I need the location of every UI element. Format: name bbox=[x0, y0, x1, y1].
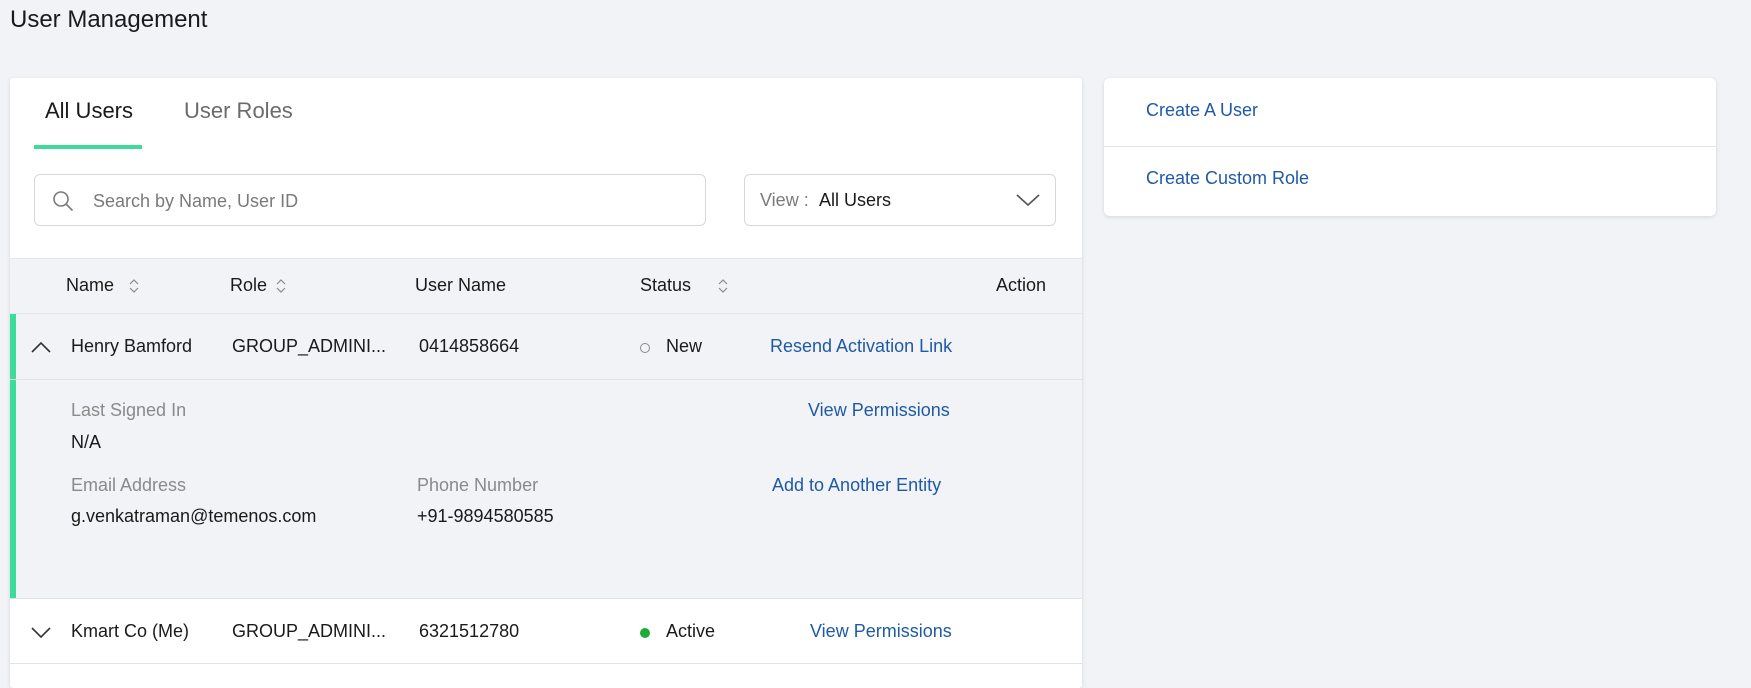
tab-all-users[interactable]: All Users bbox=[45, 98, 133, 124]
table-header: Name Role User Name Status Action bbox=[10, 258, 1082, 314]
status-new-icon bbox=[640, 343, 650, 353]
status-active-icon bbox=[640, 628, 650, 638]
email-label: Email Address bbox=[71, 475, 187, 495]
search-box bbox=[34, 174, 706, 227]
last-signed-in-value: N/A bbox=[71, 432, 102, 452]
user-role: GROUP_ADMINI... bbox=[232, 336, 387, 356]
resend-activation-link[interactable]: Resend Activation Link bbox=[770, 336, 952, 357]
view-filter-value: All Users bbox=[819, 190, 892, 210]
chevron-up-icon[interactable] bbox=[30, 340, 52, 354]
column-header-name[interactable]: Name bbox=[66, 275, 114, 296]
chevron-down-icon[interactable] bbox=[30, 625, 52, 639]
view-filter-select[interactable]: View : All Users bbox=[744, 174, 1056, 226]
user-username: 6321512780 bbox=[419, 621, 520, 641]
table-row-summary: Henry Bamford GROUP_ADMINI... 0414858664… bbox=[10, 314, 1082, 380]
email-value: g.venkatraman@temenos.com bbox=[71, 506, 317, 526]
column-header-status[interactable]: Status bbox=[640, 275, 691, 296]
chevron-down-icon bbox=[1016, 194, 1040, 207]
sort-icon[interactable] bbox=[276, 279, 286, 293]
user-role: GROUP_ADMINI... bbox=[232, 621, 387, 641]
view-filter-label: View : bbox=[760, 190, 809, 210]
add-to-entity-link[interactable]: Add to Another Entity bbox=[772, 475, 941, 496]
quick-actions-panel: Create A User Create Custom Role bbox=[1104, 78, 1716, 216]
column-header-username: User Name bbox=[415, 275, 507, 295]
page-title: User Management bbox=[10, 6, 208, 33]
users-card: All Users User Roles View : All Users Na… bbox=[10, 78, 1082, 688]
sort-icon[interactable] bbox=[129, 279, 139, 293]
sort-icon[interactable] bbox=[718, 279, 728, 293]
user-status: Active bbox=[666, 621, 716, 641]
phone-label: Phone Number bbox=[417, 475, 539, 495]
user-username: 0414858664 bbox=[419, 336, 520, 356]
view-permissions-link[interactable]: View Permissions bbox=[808, 400, 950, 421]
create-custom-role-link[interactable]: Create Custom Role bbox=[1146, 168, 1309, 189]
active-tab-indicator bbox=[34, 145, 142, 149]
create-user-link[interactable]: Create A User bbox=[1146, 100, 1258, 121]
phone-value: +91-9894580585 bbox=[417, 506, 554, 526]
user-status: New bbox=[666, 336, 703, 356]
user-name: Kmart Co (Me) bbox=[71, 621, 190, 641]
tab-user-roles[interactable]: User Roles bbox=[184, 98, 293, 124]
column-header-role[interactable]: Role bbox=[230, 275, 267, 296]
search-icon bbox=[53, 191, 73, 211]
last-signed-in-label: Last Signed In bbox=[71, 400, 187, 420]
table-row: Henry Bamford GROUP_ADMINI... 0414858664… bbox=[10, 314, 1082, 598]
view-permissions-link[interactable]: View Permissions bbox=[810, 621, 952, 642]
search-input[interactable] bbox=[91, 175, 695, 227]
column-header-action: Action bbox=[996, 275, 1047, 295]
user-name: Henry Bamford bbox=[71, 336, 193, 356]
divider bbox=[1104, 146, 1716, 147]
table-row: Kmart Co (Me) GROUP_ADMINI... 6321512780… bbox=[10, 598, 1082, 664]
